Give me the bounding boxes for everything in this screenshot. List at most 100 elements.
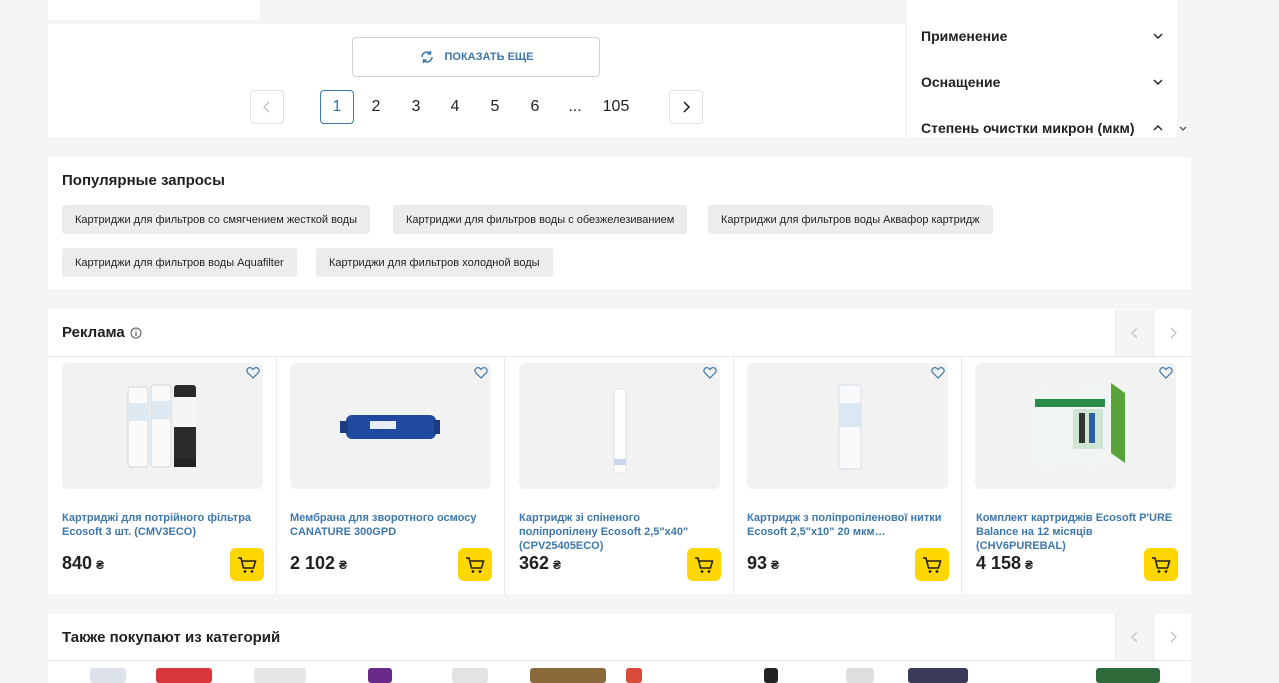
product-title[interactable]: Картридж зі спіненого поліпропілену Ecos… xyxy=(519,511,719,553)
product-price: 840 ₴ xyxy=(62,553,104,574)
page-3[interactable]: 3 xyxy=(399,90,433,124)
product-image[interactable] xyxy=(290,363,491,489)
previous-section-stub xyxy=(48,0,260,20)
add-to-cart-button[interactable] xyxy=(458,548,492,581)
also-next-button[interactable] xyxy=(1153,614,1191,660)
product-title[interactable]: Мембрана для зворотного осмосу CANATURE … xyxy=(290,511,490,539)
chevron-down-icon[interactable] xyxy=(1152,76,1164,88)
chevron-left-icon xyxy=(262,101,270,113)
also-buy-panel xyxy=(48,614,1191,683)
kit-box-image xyxy=(1031,383,1125,471)
membrane-image xyxy=(340,415,440,439)
long-cartridge-image xyxy=(613,388,627,474)
currency: ₴ xyxy=(96,558,105,572)
divider xyxy=(961,357,962,594)
page-ellipsis: ... xyxy=(568,98,582,115)
product-price: 93 ₴ xyxy=(747,553,779,574)
chevron-down-icon[interactable] xyxy=(1152,30,1164,42)
next-page-button[interactable] xyxy=(669,90,703,124)
ads-title-label: Реклама xyxy=(62,324,125,341)
category-thumbnail[interactable] xyxy=(156,668,212,683)
category-thumbnail[interactable] xyxy=(90,668,126,683)
chevron-right-icon xyxy=(1169,327,1177,339)
filter-scrollbar[interactable] xyxy=(1177,0,1191,137)
show-more-label: ПОКАЗАТЬ ЕЩЕ xyxy=(444,51,534,63)
chevron-left-icon xyxy=(1130,327,1138,339)
chevron-left-icon xyxy=(1130,631,1138,643)
category-thumbnail[interactable] xyxy=(626,668,642,683)
product-title[interactable]: Картридж з поліпропіленової нитки Ecosof… xyxy=(747,511,947,539)
heart-icon[interactable] xyxy=(1159,366,1173,379)
category-thumbnail[interactable] xyxy=(530,668,606,683)
category-thumbnail[interactable] xyxy=(254,668,306,683)
product-image[interactable] xyxy=(975,363,1176,489)
add-to-cart-button[interactable] xyxy=(230,548,264,581)
scroll-down-icon[interactable] xyxy=(1178,124,1188,134)
category-thumbnail[interactable] xyxy=(764,668,778,683)
chevron-right-icon xyxy=(1169,631,1177,643)
price-value: 362 xyxy=(519,553,550,573)
divider xyxy=(276,357,277,594)
page-last[interactable]: 105 xyxy=(596,90,636,124)
show-more-button[interactable]: ПОКАЗАТЬ ЕЩЕ xyxy=(352,37,600,77)
heart-icon[interactable] xyxy=(246,366,260,379)
refresh-icon xyxy=(420,51,433,63)
price-value: 840 xyxy=(62,553,93,573)
category-thumbnail[interactable] xyxy=(908,668,968,683)
price-value: 4 158 xyxy=(976,553,1022,573)
chevron-up-icon[interactable] xyxy=(1152,122,1164,134)
product-title[interactable]: Комплект картриджів Ecosoft P'URE Balanc… xyxy=(976,511,1176,553)
product-image[interactable] xyxy=(747,363,948,489)
filter-sidebar xyxy=(907,0,1177,137)
category-thumbnail[interactable] xyxy=(846,668,874,683)
page-1[interactable]: 1 xyxy=(320,90,354,124)
add-to-cart-button[interactable] xyxy=(1144,548,1178,581)
also-prev-button[interactable] xyxy=(1115,614,1153,660)
popular-queries-title: Популярные запросы xyxy=(62,172,225,189)
heart-icon[interactable] xyxy=(931,366,945,379)
divider xyxy=(733,357,734,594)
add-to-cart-button[interactable] xyxy=(687,548,721,581)
cartridge-set-image xyxy=(127,384,196,468)
product-price: 362 ₴ xyxy=(519,553,561,574)
also-buy-title: Также покупают из категорий xyxy=(62,629,281,646)
cart-icon xyxy=(695,556,714,573)
filter-micron[interactable]: Степень очистки микрон (мкм) xyxy=(921,120,1135,136)
info-icon[interactable] xyxy=(130,327,142,339)
popular-chip[interactable]: Картриджи для фильтров со смягчением жес… xyxy=(62,205,371,234)
product-title[interactable]: Картриджі для потрійного фільтра Ecosoft… xyxy=(62,511,262,539)
currency: ₴ xyxy=(339,558,348,572)
heart-icon[interactable] xyxy=(703,366,717,379)
page-4[interactable]: 4 xyxy=(438,90,472,124)
popular-chip[interactable]: Картриджи для фильтров воды Аквафор карт… xyxy=(708,205,993,234)
divider xyxy=(48,660,1191,661)
price-value: 93 xyxy=(747,553,768,573)
popular-chip[interactable]: Картриджи для фильтров воды с обезжелези… xyxy=(393,205,688,234)
heart-icon[interactable] xyxy=(474,366,488,379)
product-price: 4 158 ₴ xyxy=(976,553,1033,574)
filter-equipment[interactable]: Оснащение xyxy=(921,74,1000,90)
page-6[interactable]: 6 xyxy=(518,90,552,124)
string-cartridge-image xyxy=(838,384,862,470)
add-to-cart-button[interactable] xyxy=(915,548,949,581)
product-image[interactable] xyxy=(62,363,263,489)
currency: ₴ xyxy=(553,558,562,572)
cart-icon xyxy=(238,556,257,573)
prev-page-button[interactable] xyxy=(250,90,284,124)
page-2[interactable]: 2 xyxy=(359,90,393,124)
product-image[interactable] xyxy=(519,363,720,489)
popular-chip[interactable]: Картриджи для фильтров воды Aquafilter xyxy=(62,248,297,277)
price-value: 2 102 xyxy=(290,553,336,573)
divider xyxy=(504,357,505,594)
page-5[interactable]: 5 xyxy=(478,90,512,124)
category-thumbnail[interactable] xyxy=(368,668,392,683)
ads-prev-button[interactable] xyxy=(1115,310,1153,356)
category-thumbnail[interactable] xyxy=(452,668,488,683)
popular-chip[interactable]: Картриджи для фильтров холодной воды xyxy=(316,248,553,277)
chevron-right-icon xyxy=(683,101,691,113)
divider xyxy=(48,356,1191,357)
category-thumbnail[interactable] xyxy=(1096,668,1160,683)
cart-icon xyxy=(466,556,485,573)
ads-next-button[interactable] xyxy=(1153,310,1191,356)
filter-application[interactable]: Применение xyxy=(921,28,1007,44)
